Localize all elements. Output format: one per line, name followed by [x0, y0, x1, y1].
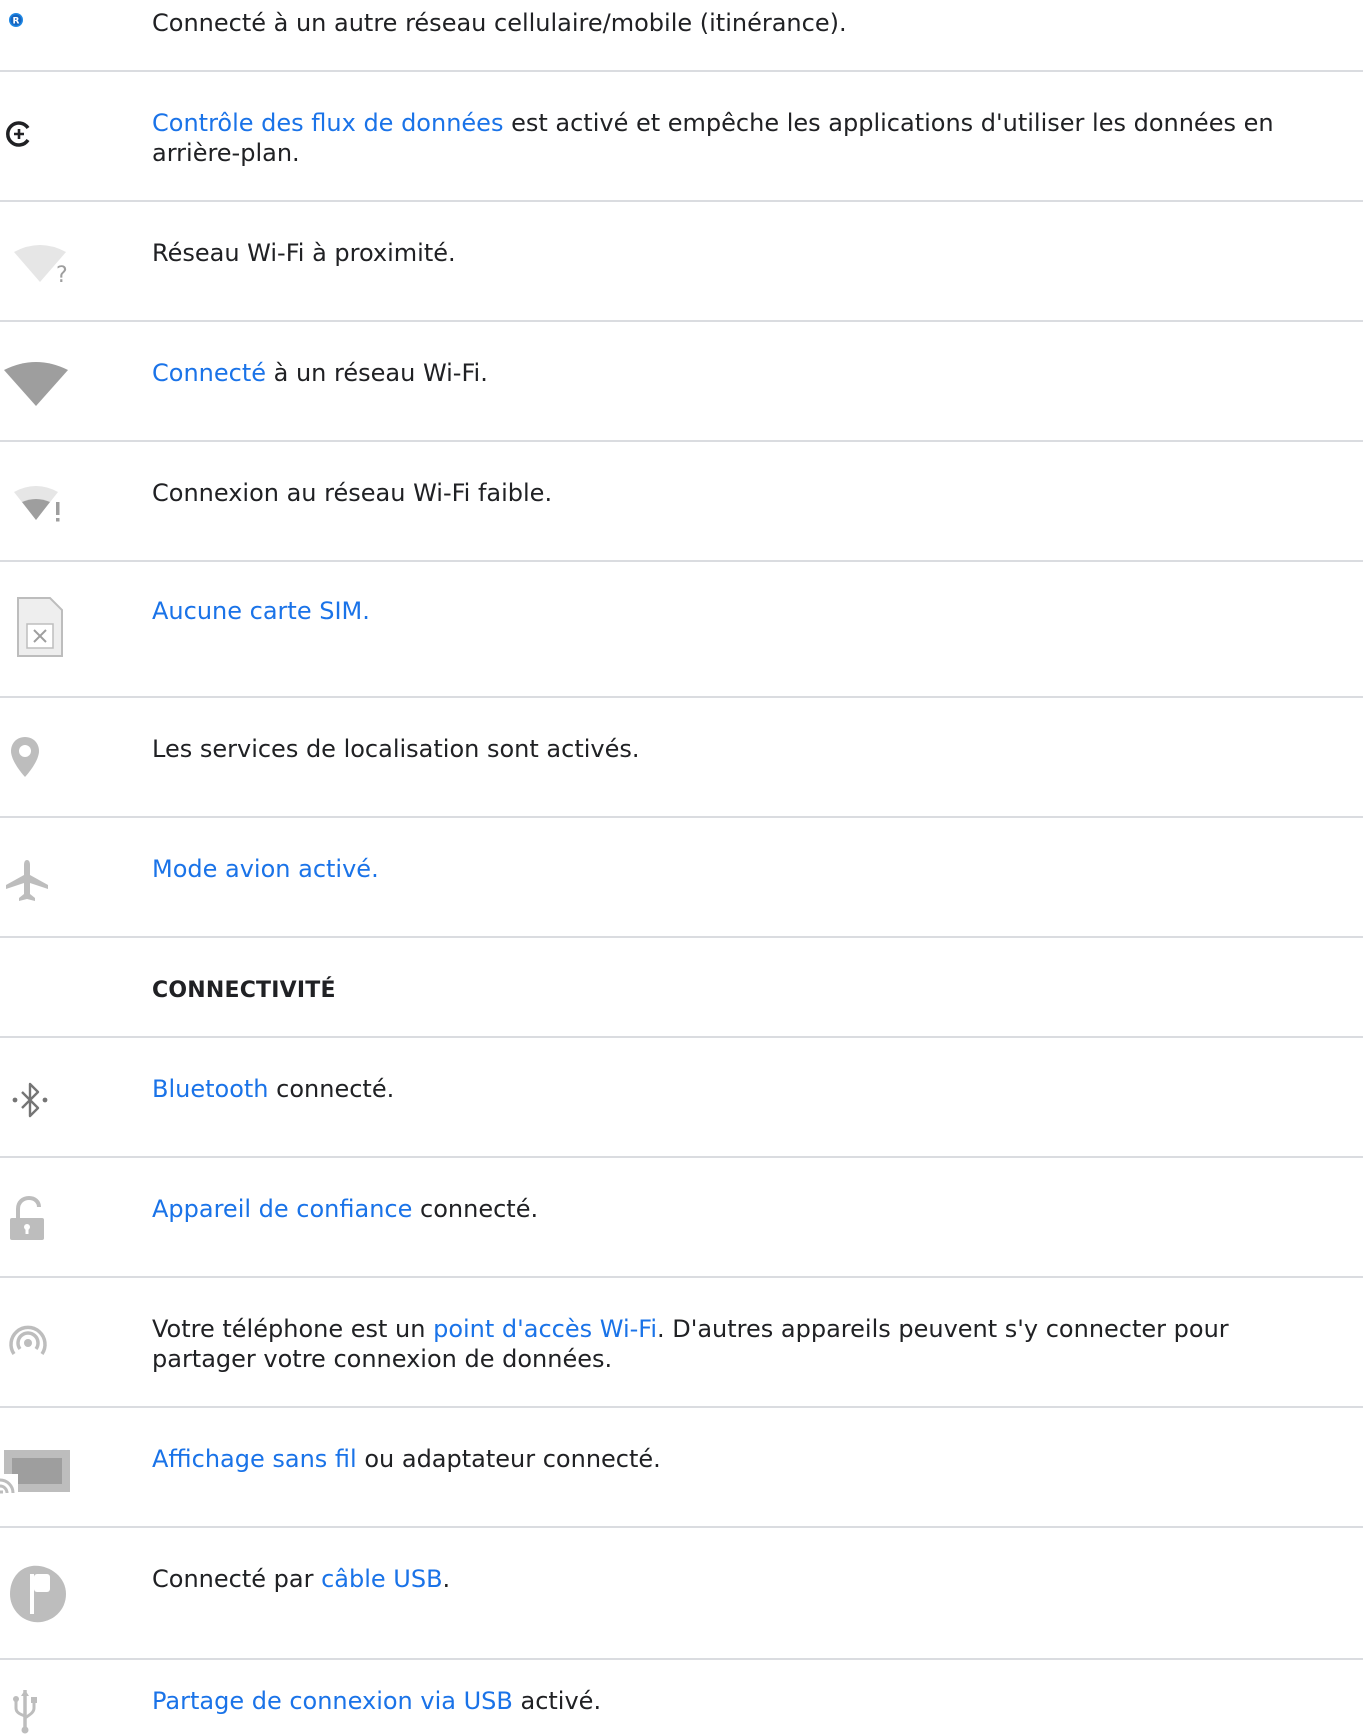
roaming-r-icon: R: [8, 8, 108, 32]
item-text: activé.: [512, 1687, 602, 1715]
list-item: Mode avion activé.: [0, 816, 1363, 937]
data-saver-link[interactable]: Contrôle des flux de données: [152, 109, 503, 137]
item-text: Votre téléphone est un: [152, 1315, 434, 1343]
list-item-text: Votre téléphone est un point d'accès Wi-…: [152, 1314, 1323, 1374]
list-item: Aucune carte SIM.: [0, 560, 1363, 697]
usb-cable-link[interactable]: câble USB: [321, 1565, 442, 1593]
trusted-device-link[interactable]: Appareil de confiance: [152, 1195, 412, 1223]
list-item-text: Aucune carte SIM.: [152, 596, 1323, 626]
list-item-text: Les services de localisation sont activé…: [152, 734, 1323, 764]
list-item: Connecté à un réseau Wi-Fi.: [0, 320, 1363, 441]
list-item-text: Partage de connexion via USB activé.: [152, 1686, 1323, 1716]
data-saver-icon: [4, 116, 104, 152]
list-item: Bluetooth connecté.: [0, 1036, 1363, 1157]
item-text: connecté.: [412, 1195, 539, 1223]
item-text: Connecté à un autre réseau cellulaire/mo…: [152, 9, 847, 37]
item-text: Connecté par: [152, 1565, 322, 1593]
list-item-text: Affichage sans fil ou adaptateur connect…: [152, 1444, 1323, 1474]
list-item: ? Réseau Wi-Fi à proximité.: [0, 200, 1363, 321]
list-item: Connecté par câble USB.: [0, 1526, 1363, 1659]
usb-connected-icon: [6, 1562, 106, 1626]
item-text: Connexion au réseau Wi-Fi faible.: [152, 479, 553, 507]
list-item: Appareil de confiance connecté.: [0, 1156, 1363, 1277]
usb-tethering-icon: [10, 1688, 110, 1734]
list-item-text: Connecté à un autre réseau cellulaire/mo…: [152, 8, 1323, 38]
hotspot-icon: [6, 1320, 106, 1364]
wifi-connected-link[interactable]: Connecté: [152, 359, 266, 387]
list-item-text: Appareil de confiance connecté.: [152, 1194, 1323, 1224]
wifi-weak-icon: [12, 484, 112, 524]
section-heading: CONNECTIVITÉ: [152, 978, 336, 1003]
svg-text:R: R: [13, 17, 20, 27]
item-text: Réseau Wi-Fi à proximité.: [152, 239, 456, 267]
airplane-icon: [4, 858, 104, 904]
hotspot-link[interactable]: point d'accès Wi-Fi: [433, 1315, 657, 1343]
list-item-text: Réseau Wi-Fi à proximité.: [152, 238, 1323, 268]
list-item: Partage de connexion via USB activé.: [0, 1658, 1363, 1735]
bluetooth-link[interactable]: Bluetooth: [152, 1075, 269, 1103]
list-item-text: Bluetooth connecté.: [152, 1074, 1323, 1104]
list-item-text: Connecté à un réseau Wi-Fi.: [152, 358, 1323, 388]
airplane-mode-link[interactable]: Mode avion activé.: [152, 855, 379, 883]
item-text: .: [442, 1565, 451, 1593]
wifi-full-icon: [4, 362, 104, 408]
list-item-text: Connexion au réseau Wi-Fi faible.: [152, 478, 1323, 508]
list-item: Contrôle des flux de données est activé …: [0, 70, 1363, 201]
svg-text:?: ?: [56, 263, 68, 284]
section-heading-row: CONNECTIVITÉ: [0, 936, 1363, 1037]
list-item: Votre téléphone est un point d'accès Wi-…: [0, 1276, 1363, 1407]
location-icon: [10, 734, 110, 780]
no-sim-link[interactable]: Aucune carte SIM.: [152, 597, 370, 625]
usb-tethering-link[interactable]: Partage de connexion via USB: [152, 1687, 513, 1715]
item-text: Les services de localisation sont activé…: [152, 735, 640, 763]
list-item: R Connecté à un autre réseau cellulaire/…: [0, 0, 1363, 72]
list-item-text: Connecté par câble USB.: [152, 1564, 1323, 1594]
item-text: ou adaptateur connecté.: [356, 1445, 661, 1473]
list-item-text: Contrôle des flux de données est activé …: [152, 108, 1323, 168]
unlock-icon: [8, 1196, 108, 1242]
list-item: Les services de localisation sont activé…: [0, 696, 1363, 817]
cast-icon: [0, 1448, 100, 1494]
item-text: à un réseau Wi-Fi.: [266, 359, 488, 387]
wifi-question-icon: ?: [12, 244, 112, 284]
list-item: Connexion au réseau Wi-Fi faible.: [0, 440, 1363, 561]
item-text: connecté.: [268, 1075, 395, 1103]
no-sim-icon: [16, 596, 116, 658]
list-item: Affichage sans fil ou adaptateur connect…: [0, 1406, 1363, 1527]
cast-link[interactable]: Affichage sans fil: [152, 1445, 357, 1473]
bluetooth-icon: [10, 1080, 110, 1120]
list-item-text: Mode avion activé.: [152, 854, 1323, 884]
